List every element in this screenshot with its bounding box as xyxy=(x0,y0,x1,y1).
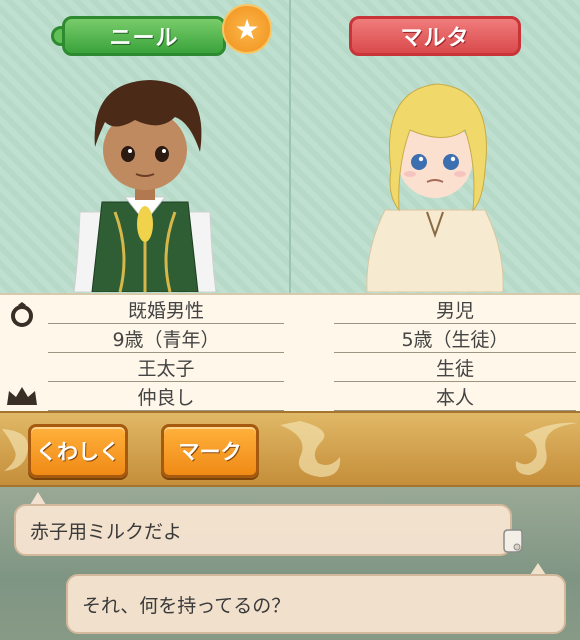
name-tag-right: マルタ xyxy=(349,16,521,56)
ring-icon xyxy=(11,302,33,327)
ornament-center xyxy=(280,421,341,477)
star-icon[interactable]: ★ xyxy=(222,4,272,54)
relation-right: 本人 xyxy=(334,383,576,411)
scroll-icon[interactable] xyxy=(500,528,526,554)
name-tag-left: ニール xyxy=(62,16,226,56)
dialogue-line-2: それ、何を持ってるの？ xyxy=(82,594,291,617)
status-left: 既婚男性 xyxy=(48,296,284,324)
detail-button[interactable]: くわしく xyxy=(28,424,128,478)
crown-icon xyxy=(7,387,37,405)
role-right: 生徒 xyxy=(334,354,576,382)
profile-info: 既婚男性 9歳（青年） 王太子 仲良し 男児 5歳（生徒） 生徒 本人 xyxy=(0,293,580,411)
status-right: 男児 xyxy=(334,296,576,324)
dialogue-line-1: 赤子用ミルクだよ xyxy=(30,520,183,543)
mark-button[interactable]: マーク xyxy=(161,424,259,478)
role-left: 王太子 xyxy=(48,354,284,382)
action-bar: くわしく マーク xyxy=(0,411,580,487)
character-portrait-left[interactable] xyxy=(60,62,230,292)
age-left: 9歳（青年） xyxy=(48,325,284,353)
character-portrait-right[interactable] xyxy=(355,70,515,292)
age-right: 5歳（生徒） xyxy=(334,325,576,353)
speech-bubble-2: それ、何を持ってるの？ xyxy=(66,574,566,634)
relation-left: 仲良し xyxy=(48,383,284,411)
ornament-right xyxy=(515,422,578,475)
speech-bubble-1: 赤子用ミルクだよ xyxy=(14,504,512,556)
